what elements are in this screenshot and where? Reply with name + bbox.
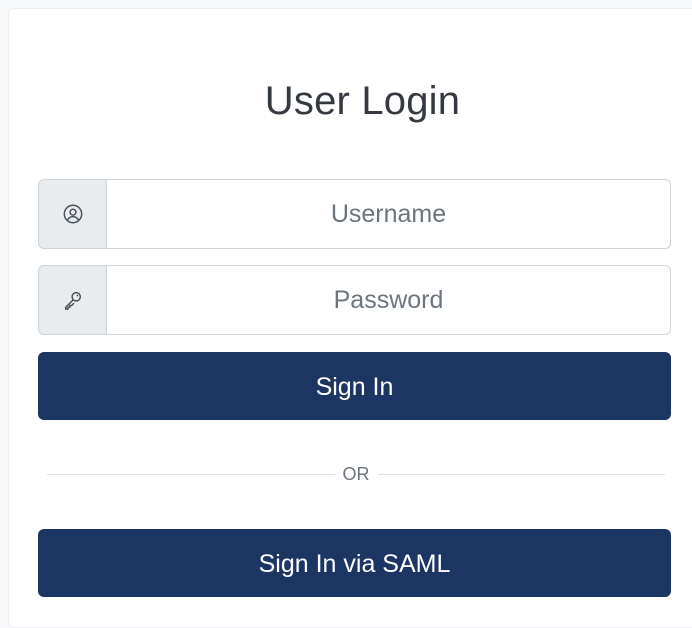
- username-input[interactable]: [106, 179, 671, 249]
- user-circle-icon: [63, 204, 82, 224]
- or-divider: OR: [47, 459, 665, 489]
- page-title: User Login: [264, 79, 461, 123]
- password-input[interactable]: [106, 265, 671, 335]
- divider-text: OR: [342, 463, 370, 484]
- divider-line-right: [377, 473, 665, 475]
- divider-line-left: [47, 473, 335, 475]
- key-icon: [64, 291, 81, 310]
- sign-in-button[interactable]: Sign In: [38, 352, 671, 420]
- password-group: [38, 265, 671, 335]
- login-card: User Login Sign In OR Sign In via SAML: [8, 8, 692, 628]
- username-addon: [38, 179, 106, 249]
- username-group: [38, 179, 671, 249]
- password-addon: [38, 265, 106, 335]
- saml-sign-in-button[interactable]: Sign In via SAML: [38, 529, 671, 597]
